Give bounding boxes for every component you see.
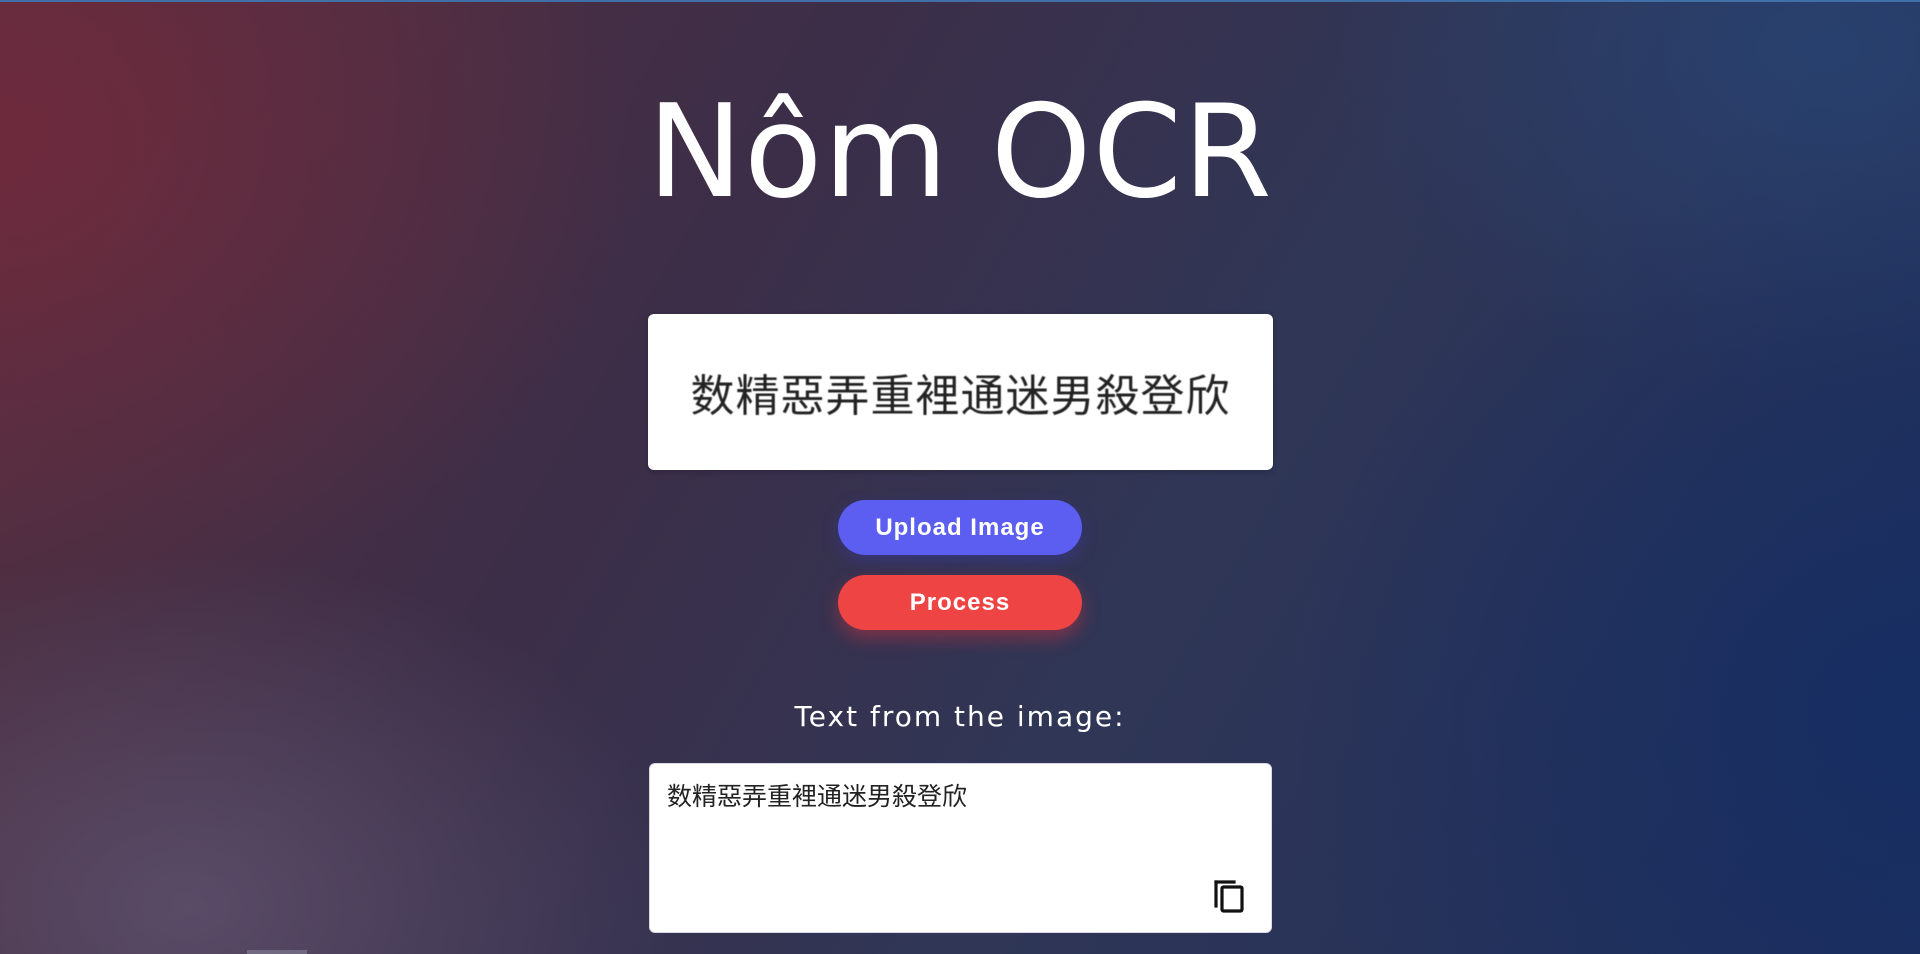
result-label: Text from the image: [794, 700, 1126, 733]
upload-image-button[interactable]: Upload Image [838, 500, 1082, 555]
page-title: Nôm OCR [647, 78, 1273, 227]
result-box: 数精惡弄重裡通迷男殺登欣 [649, 763, 1272, 933]
top-accent-line [0, 0, 1920, 2]
image-preview: 数精惡弄重裡通迷男殺登欣 [648, 314, 1273, 470]
preview-image-text: 数精惡弄重裡通迷男殺登欣 [690, 371, 1231, 422]
bottom-scroll-indicator [247, 950, 307, 954]
result-textarea[interactable]: 数精惡弄重裡通迷男殺登欣 [667, 780, 1227, 890]
copy-icon[interactable] [1212, 876, 1246, 914]
process-button[interactable]: Process [838, 575, 1082, 630]
